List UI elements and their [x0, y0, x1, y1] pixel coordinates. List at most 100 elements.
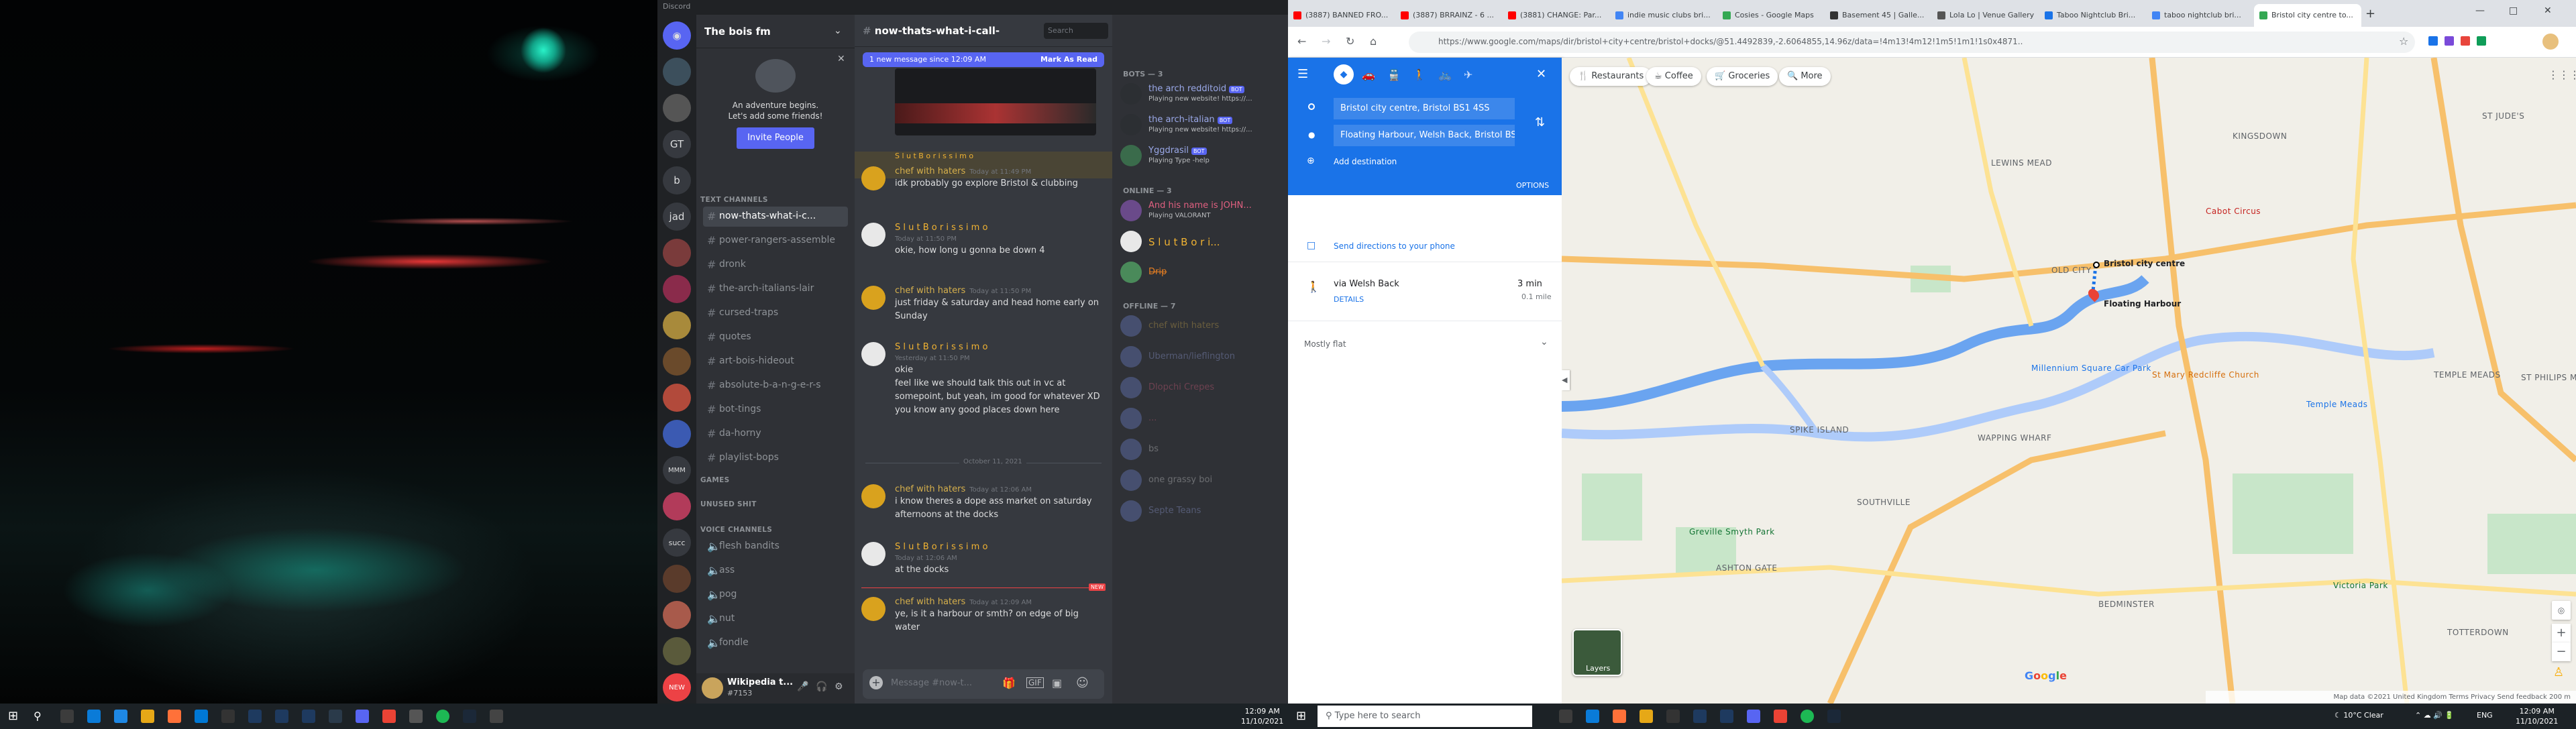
apps-grid-icon[interactable]: ⋮⋮⋮	[2548, 68, 2576, 81]
discord-icon[interactable]	[356, 710, 369, 723]
close-icon[interactable]: ✕	[2544, 5, 2552, 16]
add-destination-button[interactable]: Add destination	[1334, 157, 1397, 166]
chip-more[interactable]: 🔍 More	[1779, 67, 1831, 86]
close-icon[interactable]: ✕	[837, 54, 845, 64]
back-icon[interactable]: ←	[1297, 35, 1306, 48]
destination-input[interactable]: Floating Harbour, Welsh Back, Bristol BS…	[1334, 125, 1515, 146]
category-text-channels[interactable]: TEXT CHANNELS	[700, 196, 768, 204]
chevron-down-icon[interactable]: ⌄	[1540, 337, 1548, 347]
channel-item[interactable]: # the-arch-italians-lair	[703, 279, 848, 299]
chip-restaurants[interactable]: 🍴 Restaurants	[1570, 67, 1652, 86]
walking-icon[interactable]: 🚶	[1413, 68, 1426, 81]
task-view-icon[interactable]	[1559, 710, 1572, 723]
weather-widget[interactable]: ☾ 10°C Clear	[2334, 711, 2383, 720]
browser-tab[interactable]: (3887) BANNED FRO...	[1288, 4, 1395, 27]
gift-icon[interactable]: 🎁	[1002, 677, 1016, 689]
new-tab-icon[interactable]: +	[2365, 7, 2375, 21]
firefox-icon[interactable]	[1613, 710, 1626, 723]
server-icon[interactable]	[663, 311, 691, 339]
new-server-badge[interactable]: NEW	[663, 673, 691, 702]
profile-avatar[interactable]	[2542, 34, 2559, 50]
photoshop-icon[interactable]	[1693, 710, 1707, 723]
message-input[interactable]: Message #now-t...	[891, 678, 972, 688]
zoom-in-button[interactable]: +	[2552, 624, 2571, 642]
browser-tab[interactable]: taboo nightclub bri...	[2147, 4, 2254, 27]
folder-icon[interactable]	[141, 710, 154, 723]
bicycle-icon[interactable]: 🚲	[1438, 68, 1452, 81]
message-composer[interactable]: + Message #now-t... 🎁 GIF ▣ ☺	[863, 669, 1104, 699]
member-item[interactable]: D̶r̶i̶p̶	[1120, 260, 1281, 287]
maximize-icon[interactable]: □	[2509, 5, 2518, 16]
server-icon[interactable]	[663, 275, 691, 303]
server-icon[interactable]	[663, 58, 691, 86]
discord-home-icon[interactable]: ◉	[663, 21, 691, 50]
gif-icon[interactable]: GIF	[1026, 677, 1044, 688]
channel-item[interactable]: # playlist-bops	[703, 448, 848, 468]
search-icon[interactable]: ⚲	[34, 710, 42, 722]
channel-item[interactable]: # cursed-traps	[703, 303, 848, 323]
office-icon[interactable]	[1774, 710, 1787, 723]
pegman-icon[interactable]: ♙	[2553, 665, 2564, 679]
menu-icon[interactable]: ☰	[1297, 67, 1308, 81]
send-to-phone-icon[interactable]: □	[1307, 240, 1316, 251]
author[interactable]: chef with haters	[895, 597, 965, 607]
extension-icon[interactable]	[2445, 36, 2454, 46]
my-location-icon[interactable]: ◎	[2552, 601, 2571, 620]
server-icon[interactable]	[663, 239, 691, 267]
member-item[interactable]: one grassy boi	[1120, 468, 1281, 495]
close-icon[interactable]: ✕	[1536, 67, 1546, 81]
mail-icon[interactable]	[195, 710, 208, 723]
member-item[interactable]: Septe Teans	[1120, 499, 1281, 526]
server-icon[interactable]	[663, 601, 691, 629]
edge-icon[interactable]	[1586, 710, 1599, 723]
reload-icon[interactable]: ↻	[1346, 35, 1354, 48]
windows-start-icon[interactable]: ⊞	[1296, 709, 1306, 723]
member-item[interactable]: S l u t B o r i...	[1120, 229, 1281, 256]
avatar[interactable]	[861, 597, 885, 621]
search-input[interactable]: Search	[1044, 23, 1108, 39]
extension-icon[interactable]	[2428, 36, 2438, 46]
details-button[interactable]: DETAILS	[1334, 295, 1364, 304]
explorer-icon[interactable]	[114, 710, 127, 723]
store-icon[interactable]	[221, 710, 235, 723]
car-icon[interactable]: 🚗	[1362, 68, 1375, 81]
extension-icon[interactable]	[2477, 36, 2486, 46]
server-icon[interactable]	[663, 637, 691, 665]
headphones-icon[interactable]: 🎧	[816, 681, 827, 692]
category-unused[interactable]: UNUSED SHIT	[700, 500, 757, 508]
folder-icon[interactable]	[1640, 710, 1653, 723]
avatar[interactable]	[861, 286, 885, 310]
member-item[interactable]: the arch redditoid BOT Playing new website…	[1120, 82, 1281, 109]
server-icon[interactable]	[663, 94, 691, 122]
server-icon[interactable]	[663, 565, 691, 593]
windows-start-icon[interactable]: ⊞	[8, 709, 18, 723]
app-icon[interactable]	[329, 710, 342, 723]
layers-button[interactable]: Layers	[1572, 629, 1622, 676]
minimize-icon[interactable]: —	[2475, 5, 2485, 16]
avatar[interactable]	[702, 677, 723, 699]
lightroom-icon[interactable]	[275, 710, 288, 723]
voice-channel-item[interactable]: 🔈 nut	[703, 609, 848, 629]
browser-tab[interactable]: Basement 45 | Galle...	[1825, 4, 1932, 27]
member-item[interactable]: Yggdrasil BOT Playing Type -help	[1120, 144, 1281, 170]
chevron-down-icon[interactable]: ⌄	[834, 25, 842, 36]
best-route-icon[interactable]: ◆	[1334, 64, 1354, 85]
embed-image[interactable]	[895, 68, 1096, 135]
browser-tab[interactable]: Taboo Nightclub Bri...	[2039, 4, 2147, 27]
chip-coffee[interactable]: ☕ Coffee	[1646, 67, 1701, 86]
server-icon[interactable]	[663, 384, 691, 412]
channel-item[interactable]: # power-rangers-assemble	[703, 231, 848, 251]
avatar[interactable]	[861, 223, 885, 247]
language-indicator[interactable]: ENG	[2477, 711, 2493, 720]
channel-item[interactable]: # quotes	[703, 327, 848, 347]
author[interactable]: S l u t B o r i s s i m o	[895, 342, 987, 352]
author[interactable]: S l u t B o r i s s i m o	[895, 223, 987, 233]
browser-tab[interactable]: indie music clubs bri...	[1610, 4, 1717, 27]
member-item[interactable]: bs	[1120, 437, 1281, 464]
server-icon[interactable]: GT	[663, 130, 691, 158]
swap-icon[interactable]: ⇅	[1535, 115, 1545, 129]
flight-icon[interactable]: ✈	[1464, 68, 1472, 81]
app-icon[interactable]	[409, 710, 423, 723]
author[interactable]: chef with haters	[895, 484, 965, 494]
address-bar[interactable]: https://www.google.com/maps/dir/bristol+…	[1409, 32, 2415, 53]
